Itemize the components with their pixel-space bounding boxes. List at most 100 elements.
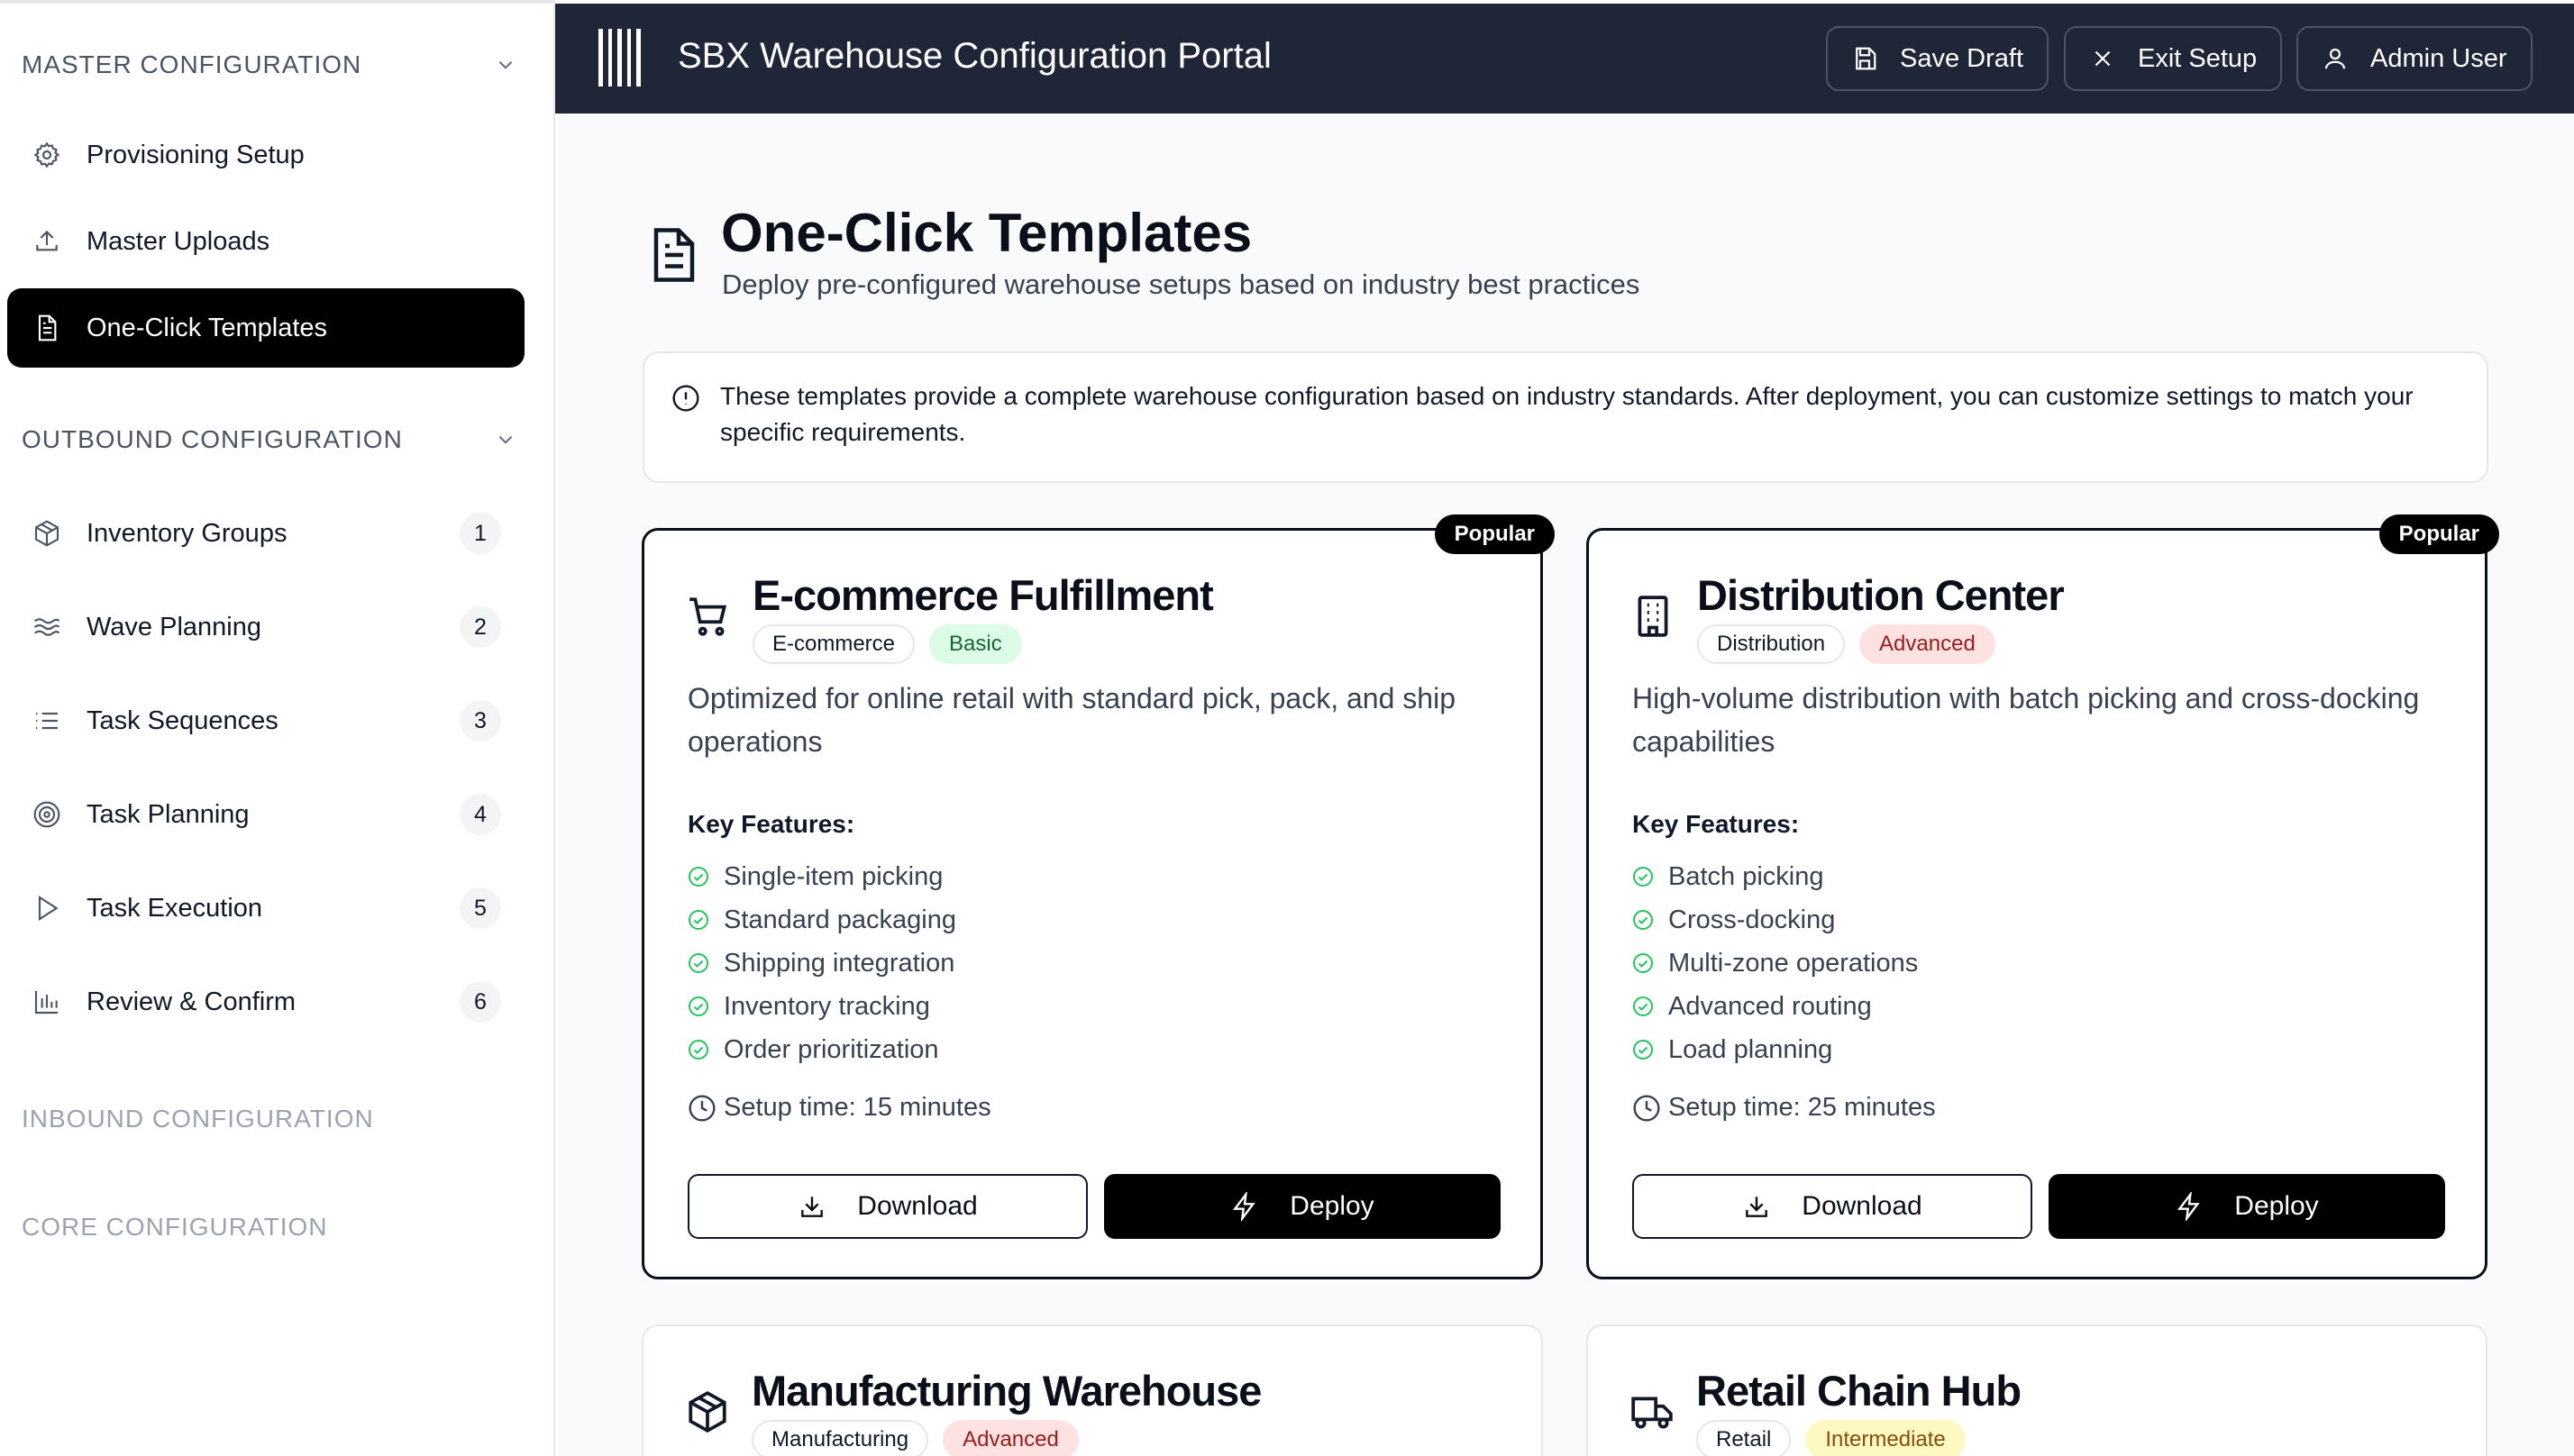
deploy-label: Deploy — [2234, 1191, 2319, 1221]
feature-item: Batch picking — [1632, 855, 1918, 898]
check-circle-icon — [1633, 1040, 1653, 1060]
sidebar-item-inventory-groups[interactable]: Inventory Groups 1 — [7, 494, 525, 573]
setup-time-label: Setup time: 15 minutes — [724, 1093, 991, 1122]
clock-icon — [689, 1094, 716, 1122]
level-tag: Advanced — [1859, 624, 1995, 664]
package-icon — [689, 1391, 726, 1433]
template-card-manufacturing: Manufacturing Warehouse Manufacturing Ad… — [642, 1324, 1543, 1456]
popular-badge: Popular — [1434, 514, 1555, 554]
package-icon — [31, 517, 63, 550]
clock-icon — [1633, 1094, 1660, 1122]
feature-label: Standard packaging — [724, 905, 956, 934]
save-draft-button[interactable]: Save Draft — [1826, 26, 2049, 91]
user-menu-button[interactable]: Admin User — [2296, 26, 2533, 91]
sidebar-item-task-execution[interactable]: Task Execution 5 — [7, 869, 525, 948]
template-card-distribution: Popular Distribution Center Distribution… — [1586, 514, 2499, 1279]
card-title: E-commerce Fulfillment — [753, 571, 1214, 619]
key-features-label: Key Features: — [1632, 810, 1800, 838]
step-badge: 1 — [460, 513, 501, 554]
check-circle-icon — [689, 910, 708, 930]
key-features-label: Key Features: — [688, 810, 855, 838]
setup-time: Setup time: 15 minutes — [688, 1093, 991, 1123]
feature-list: Single-item picking Standard packaging S… — [688, 855, 956, 1071]
category-tag: E-commerce — [753, 624, 916, 664]
lightning-icon — [1233, 1192, 1256, 1221]
sidebar-item-label: Wave Planning — [87, 612, 261, 642]
section-header-core[interactable]: CORE CONFIGURATION — [22, 1213, 517, 1242]
document-icon — [653, 228, 695, 282]
feature-item: Cross-docking — [1632, 898, 1918, 942]
upload-icon — [31, 225, 63, 258]
sidebar-item-label: Task Execution — [87, 893, 263, 923]
sidebar-item-master-uploads[interactable]: Master Uploads — [7, 202, 525, 281]
card-title: Manufacturing Warehouse — [752, 1367, 1262, 1415]
tag-list: Distribution Advanced — [1697, 624, 1995, 664]
card-title: Distribution Center — [1697, 571, 2065, 619]
check-circle-icon — [689, 953, 708, 973]
feature-label: Advanced routing — [1668, 991, 1872, 1021]
page-title: One-Click Templates — [721, 203, 1253, 263]
list-icon — [31, 705, 63, 737]
section-header-label: CORE CONFIGURATION — [22, 1213, 328, 1241]
section-header-inbound[interactable]: INBOUND CONFIGURATION — [22, 1105, 517, 1133]
category-tag: Distribution — [1697, 624, 1846, 664]
deploy-button[interactable]: Deploy — [2049, 1174, 2445, 1239]
check-circle-icon — [689, 996, 708, 1016]
sidebar-item-one-click-templates[interactable]: One-Click Templates — [7, 288, 525, 368]
download-icon — [1746, 1197, 1768, 1217]
tag-list: E-commerce Basic — [753, 624, 1022, 664]
check-circle-icon — [689, 1040, 708, 1060]
chevron-down-icon — [498, 60, 513, 69]
gear-icon — [31, 139, 63, 171]
feature-list: Batch picking Cross-docking Multi-zone o… — [1632, 855, 1918, 1071]
info-text: These templates provide a complete wareh… — [720, 382, 2414, 446]
card-title: Retail Chain Hub — [1696, 1367, 2022, 1415]
sidebar-item-task-planning[interactable]: Task Planning 4 — [7, 775, 525, 854]
feature-item: Advanced routing — [1632, 985, 1918, 1028]
sidebar-item-wave-planning[interactable]: Wave Planning 2 — [7, 587, 525, 667]
check-circle-icon — [1633, 867, 1653, 887]
deploy-button[interactable]: Deploy — [1104, 1174, 1501, 1239]
feature-item: Shipping integration — [688, 942, 956, 985]
barcode-logo-icon — [598, 29, 641, 86]
exit-setup-label: Exit Setup — [2138, 43, 2258, 73]
step-badge: 4 — [460, 794, 501, 835]
sidebar-item-label: Task Planning — [87, 799, 250, 829]
section-header-outbound[interactable]: OUTBOUND CONFIGURATION — [22, 425, 517, 454]
feature-label: Batch picking — [1668, 861, 1824, 891]
waves-icon — [31, 611, 63, 643]
tag-list: Retail Intermediate — [1696, 1420, 1966, 1456]
check-circle-icon — [1633, 996, 1653, 1016]
tag-list: Manufacturing Advanced — [752, 1420, 1079, 1456]
sidebar: MASTER CONFIGURATION Provisioning Setup … — [0, 0, 555, 1456]
deploy-label: Deploy — [1290, 1191, 1374, 1221]
card-description: Optimized for online retail with standar… — [688, 682, 1456, 758]
feature-label: Order prioritization — [724, 1034, 939, 1064]
download-label: Download — [857, 1191, 978, 1221]
level-tag: Advanced — [943, 1420, 1079, 1456]
setup-time: Setup time: 25 minutes — [1632, 1093, 1936, 1123]
download-button[interactable]: Download — [1632, 1174, 2032, 1239]
sidebar-item-label: Inventory Groups — [87, 518, 288, 548]
target-icon — [31, 798, 63, 831]
sidebar-item-review-confirm[interactable]: Review & Confirm 6 — [7, 962, 525, 1042]
feature-label: Multi-zone operations — [1668, 948, 1919, 978]
sidebar-item-label: Task Sequences — [87, 705, 278, 735]
check-circle-icon — [1633, 953, 1653, 973]
page-subtitle: Deploy pre-configured warehouse setups b… — [722, 268, 1640, 300]
bar-chart-icon — [31, 986, 63, 1018]
sidebar-item-provisioning-setup[interactable]: Provisioning Setup — [7, 115, 525, 195]
download-label: Download — [1802, 1191, 1922, 1221]
section-header-master[interactable]: MASTER CONFIGURATION — [22, 50, 517, 79]
card-description: High-volume distribution with batch pick… — [1632, 682, 2420, 758]
info-icon — [672, 385, 699, 412]
sidebar-item-label: Review & Confirm — [87, 987, 297, 1016]
main-content: One-Click Templates Deploy pre-configure… — [557, 114, 2574, 1456]
download-button[interactable]: Download — [688, 1174, 1088, 1239]
check-circle-icon — [689, 867, 708, 887]
step-badge: 2 — [460, 606, 501, 648]
feature-item: Load planning — [1632, 1028, 1918, 1071]
sidebar-item-task-sequences[interactable]: Task Sequences 3 — [7, 681, 525, 760]
save-icon — [1856, 47, 1876, 70]
exit-setup-button[interactable]: Exit Setup — [2064, 26, 2283, 91]
